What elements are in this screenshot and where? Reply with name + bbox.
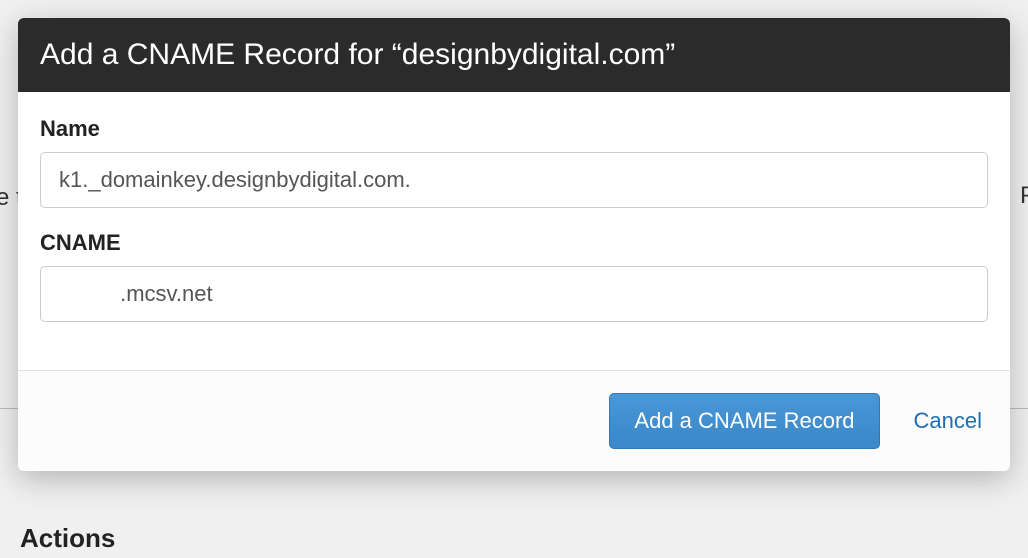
name-field-group: Name — [40, 116, 988, 208]
add-cname-button[interactable]: Add a CNAME Record — [609, 393, 879, 449]
cancel-button[interactable]: Cancel — [910, 400, 986, 442]
modal-footer: Add a CNAME Record Cancel — [18, 370, 1010, 471]
cname-label: CNAME — [40, 230, 988, 256]
cname-input[interactable] — [40, 266, 988, 322]
name-label: Name — [40, 116, 988, 142]
add-cname-modal: Add a CNAME Record for “designbydigital.… — [18, 18, 1010, 471]
modal-body: Name CNAME — [18, 92, 1010, 370]
bg-actions-heading: Actions — [20, 523, 115, 554]
name-input[interactable] — [40, 152, 988, 208]
bg-text-fragment-right: P — [1020, 182, 1028, 210]
cname-field-group: CNAME — [40, 230, 988, 322]
modal-title: Add a CNAME Record for “designbydigital.… — [18, 18, 1010, 92]
